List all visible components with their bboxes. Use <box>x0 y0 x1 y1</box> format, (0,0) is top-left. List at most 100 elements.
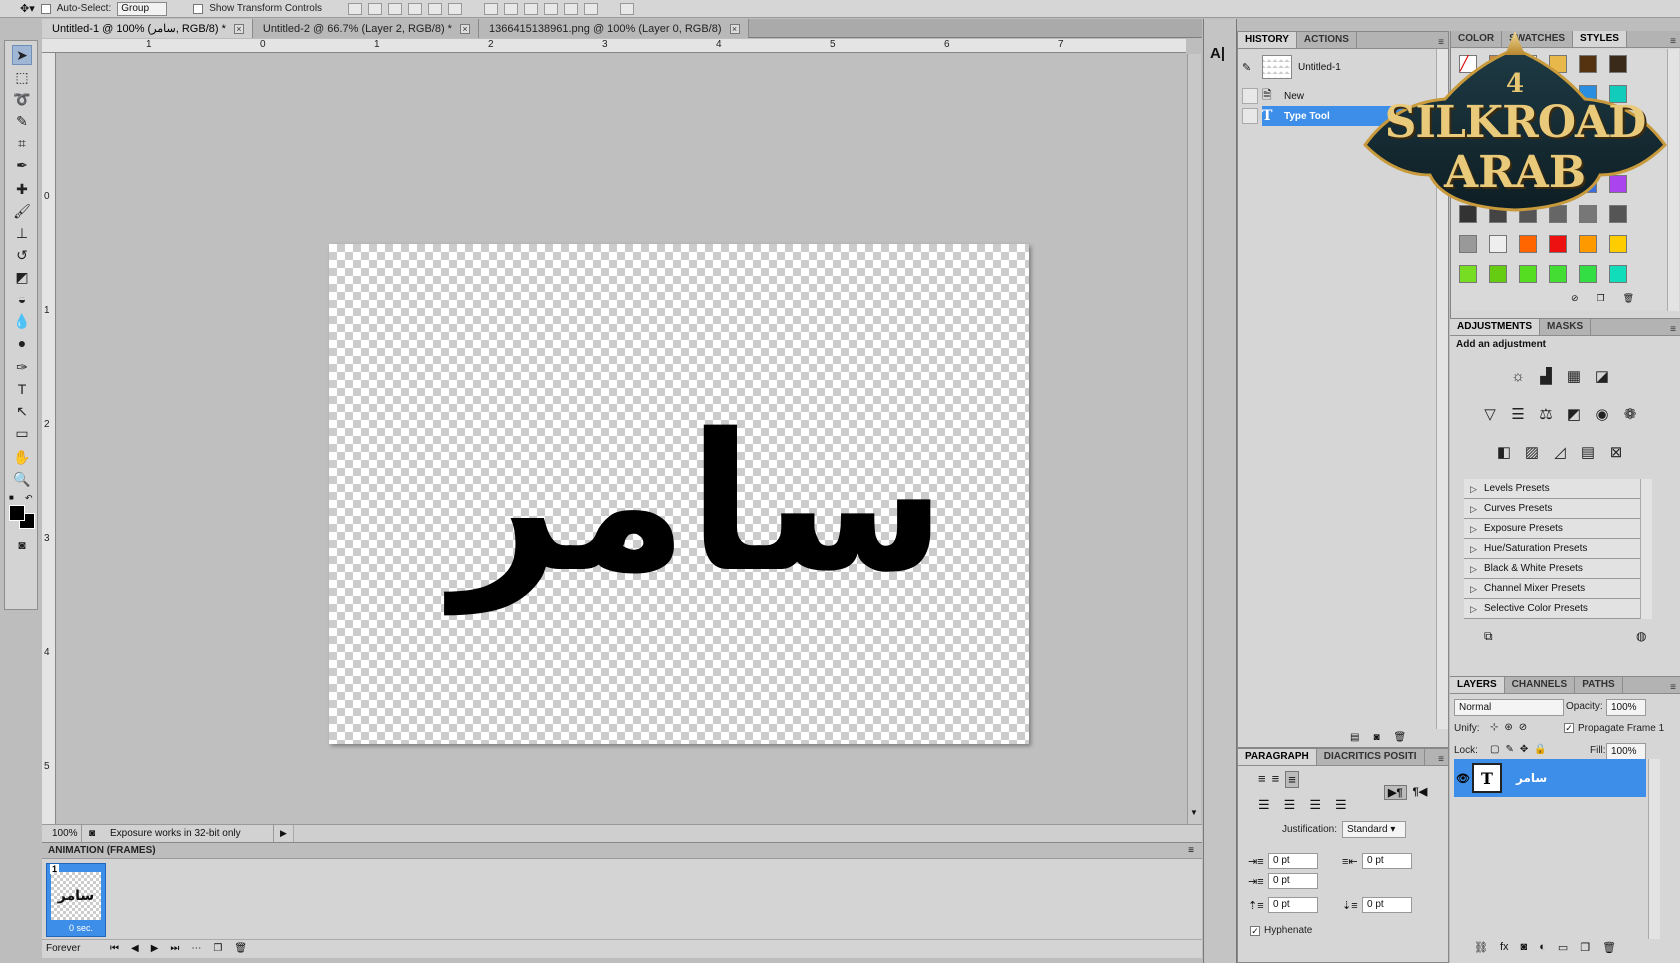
justify-left-icon[interactable]: ☰ <box>1258 797 1270 813</box>
style-swatch[interactable] <box>1519 235 1537 253</box>
align-hcenter-icon[interactable] <box>428 2 443 15</box>
tab-actions[interactable]: ACTIONS <box>1297 32 1357 48</box>
black-white-icon[interactable]: ◩ <box>1562 403 1586 425</box>
opacity-input[interactable]: 100% <box>1606 699 1646 716</box>
justify-all-icon[interactable]: ☰ <box>1335 797 1347 813</box>
layer-style-icon[interactable]: fx <box>1500 941 1509 954</box>
link-layers-icon[interactable]: ⛓ <box>1474 941 1488 954</box>
align-center-text-icon[interactable]: ≡ <box>1272 771 1280 788</box>
distribute-top-icon[interactable] <box>484 2 499 15</box>
justify-right-icon[interactable]: ☰ <box>1309 797 1321 813</box>
move-tool-preset-icon[interactable]: ✥▾ <box>20 2 35 15</box>
view-mode-icon[interactable]: ◍ <box>1636 629 1646 643</box>
preset-hue-saturation[interactable]: Hue/Saturation Presets <box>1464 539 1640 559</box>
distribute-bottom-icon[interactable] <box>524 2 539 15</box>
tab-channels[interactable]: CHANNELS <box>1505 677 1576 693</box>
photo-filter-icon[interactable]: ◉ <box>1590 403 1614 425</box>
loop-dropdown[interactable]: Forever <box>46 943 98 954</box>
fill-input[interactable]: 100% <box>1606 743 1646 760</box>
ltr-direction-icon[interactable]: ¶◀ <box>1413 785 1428 800</box>
gradient-map-icon[interactable]: ▤ <box>1576 441 1600 463</box>
type-tool-icon[interactable]: T <box>12 379 32 399</box>
default-colors-icon[interactable]: ■ <box>9 493 19 503</box>
style-swatch[interactable] <box>1489 265 1507 283</box>
brush-tool-icon[interactable]: 🖌 <box>12 201 32 221</box>
play-icon[interactable]: ▶ <box>151 943 159 954</box>
align-right-icon[interactable] <box>448 2 463 15</box>
invert-icon[interactable]: ◧ <box>1492 441 1516 463</box>
animation-frame[interactable]: 1 سامر 0 sec. <box>46 863 106 937</box>
curves-icon[interactable]: ▦ <box>1562 365 1586 387</box>
document-canvas[interactable]: سامر <box>329 244 1029 744</box>
delete-style-icon[interactable]: 🗑 <box>1623 293 1634 304</box>
posterize-icon[interactable]: ▨ <box>1520 441 1544 463</box>
hue-saturation-icon[interactable]: ☰ <box>1506 403 1530 425</box>
auto-align-icon[interactable] <box>620 2 635 15</box>
preset-curves[interactable]: Curves Presets <box>1464 499 1640 519</box>
exposure-icon[interactable]: ◪ <box>1590 365 1614 387</box>
frame-delay[interactable]: 0 sec. <box>69 923 93 933</box>
indent-right-input[interactable]: 0 pt <box>1362 853 1412 869</box>
style-swatch[interactable] <box>1549 235 1567 253</box>
transform-controls-checkbox[interactable] <box>193 3 204 14</box>
align-top-icon[interactable] <box>348 2 363 15</box>
preset-selective-color[interactable]: Selective Color Presets <box>1464 599 1640 619</box>
vibrance-icon[interactable]: ▽ <box>1478 403 1502 425</box>
justify-center-icon[interactable]: ☰ <box>1284 797 1296 813</box>
stamp-tool-icon[interactable]: ⊥ <box>12 223 32 243</box>
close-tab-icon[interactable]: × <box>459 23 470 34</box>
new-snapshot-icon[interactable]: ◙ <box>1373 732 1379 743</box>
add-mask-icon[interactable]: ◙ <box>1521 941 1528 954</box>
indent-first-line-input[interactable]: 0 pt <box>1268 873 1318 889</box>
eyedropper-tool-icon[interactable]: ✒ <box>12 155 32 175</box>
style-swatch[interactable] <box>1549 265 1567 283</box>
indent-left-input[interactable]: 0 pt <box>1268 853 1318 869</box>
hand-tool-icon[interactable]: ✋ <box>12 447 32 467</box>
distribute-right-icon[interactable] <box>584 2 599 15</box>
tab-paths[interactable]: PATHS <box>1575 677 1623 693</box>
history-brush-tool-icon[interactable]: ↺ <box>12 245 32 265</box>
document-tab-png[interactable]: 1366415138961.png @ 100% (Layer 0, RGB/8… <box>478 19 749 38</box>
new-layer-icon[interactable]: ❐ <box>1580 941 1590 954</box>
tab-history[interactable]: HISTORY <box>1238 32 1297 48</box>
layers-scrollbar[interactable] <box>1648 759 1660 939</box>
document-tab-untitled-2[interactable]: Untitled-2 @ 66.7% (Layer 2, RGB/8) * × <box>252 19 479 38</box>
status-menu-arrow-icon[interactable]: ▶ <box>274 828 293 839</box>
rtl-direction-icon[interactable]: ▶¶ <box>1384 785 1407 800</box>
style-swatch[interactable] <box>1579 235 1597 253</box>
shape-tool-icon[interactable]: ▭ <box>12 423 32 443</box>
crop-tool-icon[interactable]: ⌗ <box>12 133 32 153</box>
layer-name[interactable]: سامر <box>1516 771 1547 785</box>
panel-menu-icon[interactable]: ≡ <box>1188 845 1194 856</box>
distribute-left-icon[interactable] <box>544 2 559 15</box>
threshold-icon[interactable]: ◿ <box>1548 441 1572 463</box>
history-state-checkbox[interactable] <box>1242 108 1258 124</box>
next-frame-icon[interactable]: ⏭ <box>170 943 179 954</box>
horizontal-scrollbar[interactable] <box>292 825 1202 842</box>
close-tab-icon[interactable]: × <box>729 23 740 34</box>
prev-frame-icon[interactable]: ◀ <box>131 943 139 954</box>
dodge-tool-icon[interactable]: ● <box>12 333 32 353</box>
pen-tool-icon[interactable]: ✑ <box>12 357 32 377</box>
history-state-checkbox[interactable] <box>1242 88 1258 104</box>
quick-mask-icon[interactable]: ◙ <box>12 535 32 555</box>
snapshot-brush-icon[interactable]: ✎ <box>1242 61 1258 74</box>
space-before-input[interactable]: 0 pt <box>1268 897 1318 913</box>
canvas-vertical-scrollbar[interactable]: ▼ <box>1187 54 1201 824</box>
character-panel-icon[interactable]: A| <box>1210 45 1225 62</box>
align-bottom-icon[interactable] <box>388 2 403 15</box>
style-swatch[interactable] <box>1489 235 1507 253</box>
style-swatch[interactable] <box>1579 265 1597 283</box>
levels-icon[interactable]: ▟ <box>1534 365 1558 387</box>
align-left-text-icon[interactable]: ≡ <box>1258 771 1266 788</box>
align-vcenter-icon[interactable] <box>368 2 383 15</box>
color-balance-icon[interactable]: ⚖ <box>1534 403 1558 425</box>
document-tab-untitled-1[interactable]: Untitled-1 @ 100% (سامر, RGB/8) * × <box>42 19 253 38</box>
layer-row[interactable]: 👁 T سامر <box>1454 759 1646 797</box>
healing-brush-tool-icon[interactable]: ✚ <box>12 179 32 199</box>
close-tab-icon[interactable]: × <box>233 23 244 34</box>
auto-select-checkbox[interactable] <box>40 3 51 14</box>
tab-diacritics[interactable]: DIACRITICS POSITI <box>1317 749 1425 765</box>
style-swatch[interactable] <box>1519 265 1537 283</box>
blur-tool-icon[interactable]: 💧 <box>12 311 32 331</box>
